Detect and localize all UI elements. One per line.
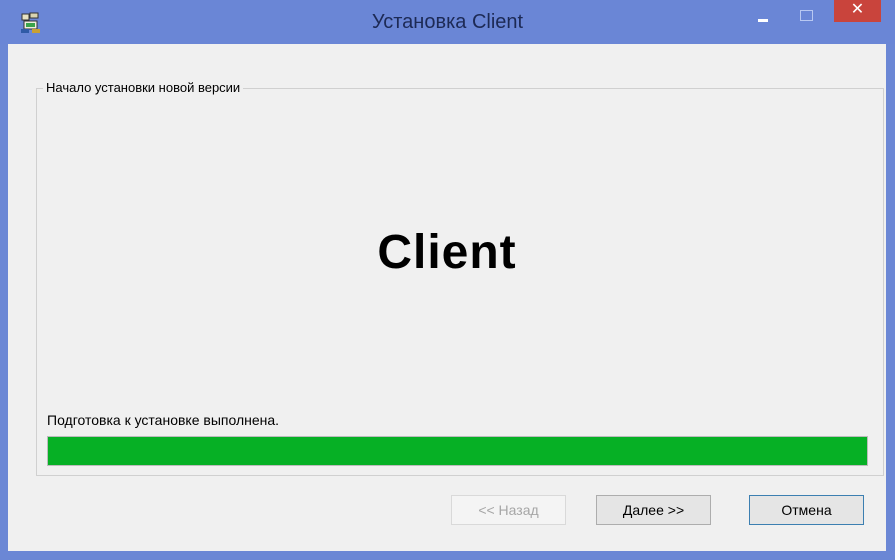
close-button[interactable]: ✕ bbox=[834, 0, 881, 22]
progress-bar-fill bbox=[48, 437, 867, 465]
installer-window: Установка Client ✕ Начало установки ново… bbox=[0, 0, 895, 560]
maximize-button[interactable] bbox=[794, 6, 820, 28]
status-text: Подготовка к установке выполнена. bbox=[47, 412, 280, 428]
wizard-page: Начало установки новой версии Client Под… bbox=[8, 44, 886, 551]
cancel-button[interactable]: Отмена bbox=[749, 495, 864, 525]
back-button[interactable]: << Назад bbox=[451, 495, 566, 525]
title-bar[interactable]: Установка Client ✕ bbox=[0, 0, 895, 44]
close-icon: ✕ bbox=[850, 1, 865, 18]
groupbox-title: Начало установки новой версии bbox=[43, 80, 244, 95]
progress-bar bbox=[47, 436, 868, 466]
minimize-button[interactable] bbox=[750, 6, 776, 28]
product-logo-text: Client bbox=[377, 226, 517, 279]
next-button[interactable]: Далее >> bbox=[596, 495, 711, 525]
